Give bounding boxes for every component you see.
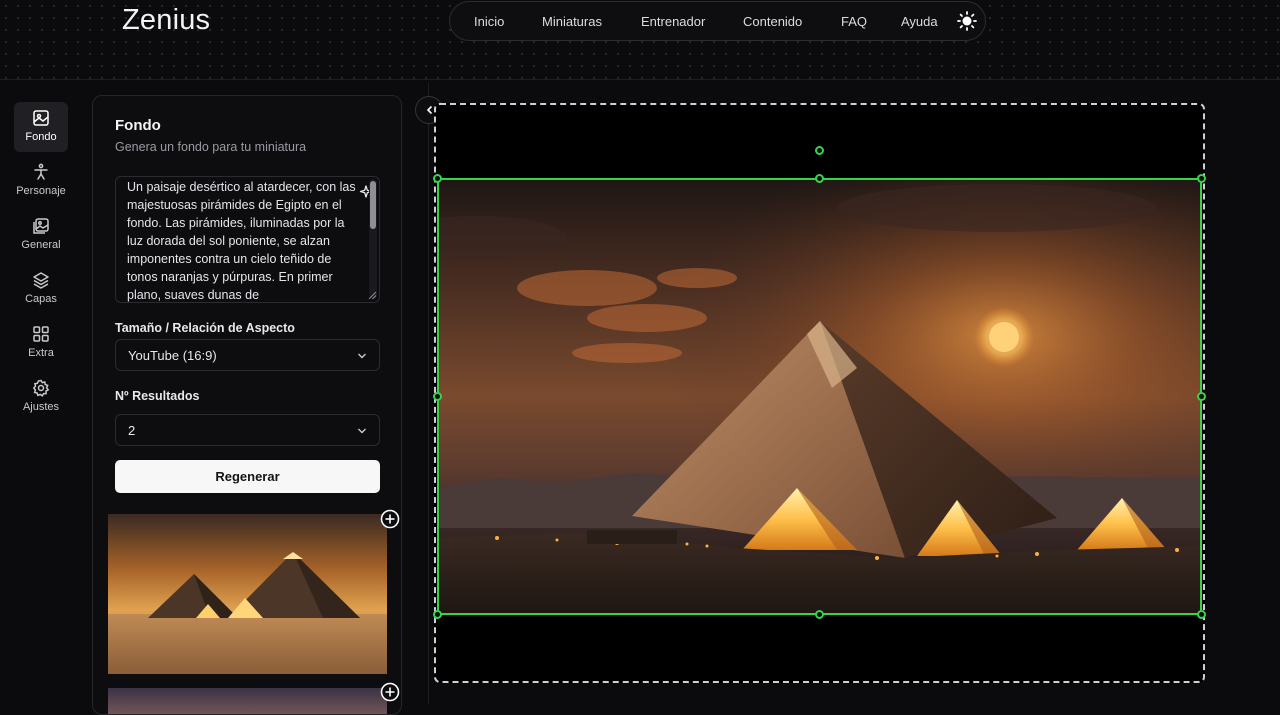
- results-label: Nº Resultados: [115, 389, 200, 403]
- main-nav: Inicio Miniaturas Entrenador Contenido F…: [449, 1, 986, 41]
- aspect-ratio-value: YouTube (16:9): [128, 348, 217, 363]
- panel-subtitle: Genera un fondo para tu miniatura: [115, 140, 307, 154]
- add-result-1-icon[interactable]: [380, 509, 400, 529]
- nav-item-ayuda[interactable]: Ayuda: [901, 14, 938, 29]
- sun-icon[interactable]: [957, 11, 977, 31]
- sidebar-item-label: Fondo: [25, 131, 57, 143]
- resize-handle-top-left[interactable]: [433, 174, 442, 183]
- panel-divider: [428, 83, 429, 704]
- gear-icon: [32, 379, 50, 397]
- layers-icon: [33, 272, 49, 289]
- chevron-down-icon: [358, 428, 366, 434]
- nav-item-inicio[interactable]: Inicio: [474, 14, 504, 29]
- regenerate-button[interactable]: Regenerar: [115, 460, 380, 493]
- sidebar-item-personaje[interactable]: Personaje: [14, 156, 68, 206]
- grid-icon: [33, 326, 49, 342]
- nav-item-entrenador[interactable]: Entrenador: [641, 14, 705, 29]
- person-icon: [34, 163, 48, 180]
- resize-handle-bottom[interactable]: [815, 610, 824, 619]
- image-icon: [33, 110, 49, 126]
- app-logo[interactable]: Zenius: [122, 4, 210, 37]
- result-thumbnail-2[interactable]: [108, 688, 387, 715]
- resize-handle-top[interactable]: [815, 174, 824, 183]
- background-panel: Fondo Genera un fondo para tu miniatura …: [92, 95, 402, 715]
- sidebar-item-capas[interactable]: Capas: [14, 264, 68, 314]
- prompt-textarea[interactable]: Un paisaje desértico al atardecer, con l…: [115, 176, 380, 303]
- nav-item-contenido[interactable]: Contenido: [743, 14, 802, 29]
- sidebar-item-ajustes[interactable]: Ajustes: [14, 372, 68, 422]
- resize-handle-bottom-right[interactable]: [1197, 610, 1206, 619]
- rotate-handle[interactable]: [815, 146, 824, 155]
- prompt-scroll-thumb[interactable]: [370, 181, 376, 229]
- nav-item-miniaturas[interactable]: Miniaturas: [542, 14, 602, 29]
- sidebar-item-label: Personaje: [16, 185, 66, 197]
- sidebar-item-extra[interactable]: Extra: [14, 318, 68, 368]
- resize-handle-top-right[interactable]: [1197, 174, 1206, 183]
- size-label: Tamaño / Relación de Aspecto: [115, 321, 295, 335]
- gallery-icon: [33, 218, 49, 234]
- results-count-select[interactable]: 2: [115, 414, 380, 446]
- aspect-ratio-select[interactable]: YouTube (16:9): [115, 339, 380, 371]
- resize-handle-icon[interactable]: [367, 290, 377, 300]
- chevron-down-icon: [358, 353, 366, 359]
- resize-handle-right[interactable]: [1197, 392, 1206, 401]
- top-bar: Zenius Inicio Miniaturas Entrenador Cont…: [0, 0, 1280, 80]
- sidebar-item-label: General: [21, 239, 61, 251]
- background-image[interactable]: [437, 178, 1202, 615]
- resize-handle-left[interactable]: [433, 392, 442, 401]
- panel-title: Fondo: [115, 117, 161, 134]
- results-count-value: 2: [128, 423, 136, 438]
- sidebar-item-label: Capas: [25, 293, 57, 305]
- prompt-text[interactable]: Un paisaje desértico al atardecer, con l…: [127, 178, 359, 302]
- sidebar-item-label: Ajustes: [22, 401, 60, 413]
- nav-item-faq[interactable]: FAQ: [841, 14, 867, 29]
- result-thumbnail-1[interactable]: [108, 514, 387, 674]
- add-result-2-icon[interactable]: [380, 682, 400, 702]
- sidebar-item-general[interactable]: General: [14, 210, 68, 260]
- sidebar-item-fondo[interactable]: Fondo: [14, 102, 68, 152]
- sidebar-item-label: Extra: [28, 347, 54, 359]
- resize-handle-bottom-left[interactable]: [433, 610, 442, 619]
